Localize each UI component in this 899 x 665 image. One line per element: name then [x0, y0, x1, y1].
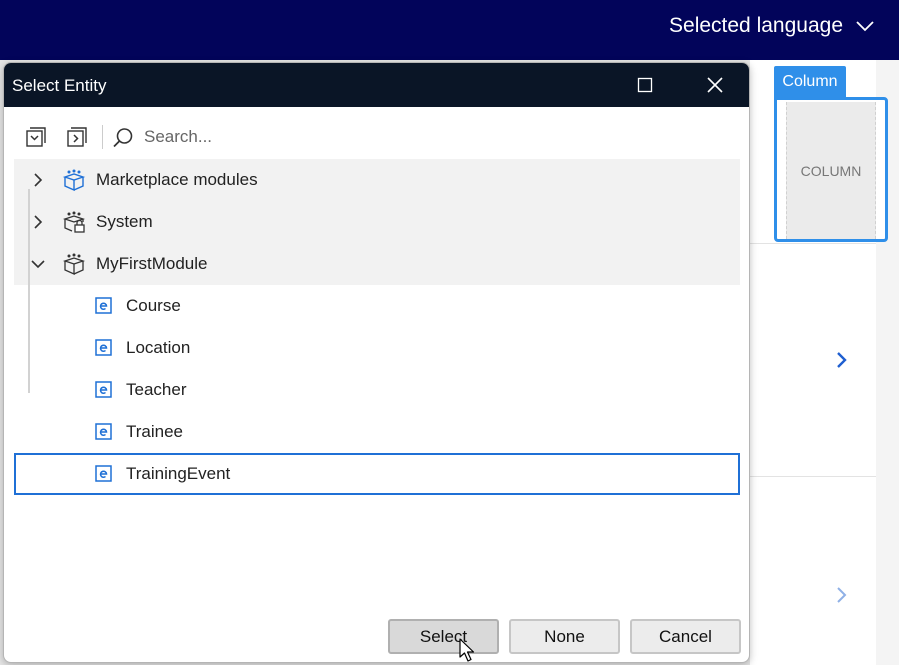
select-entity-dialog: Select Entity Search... Marketplace modu…	[3, 62, 750, 663]
tree-entity-course[interactable]: Course	[14, 285, 740, 327]
entity-tree: Marketplace modules System MyFirstModule…	[14, 159, 740, 495]
tree-entity-label: Teacher	[126, 380, 187, 399]
chevron-right-icon[interactable]	[30, 214, 46, 230]
tree-entity-label: Course	[126, 296, 181, 315]
entity-icon	[95, 297, 112, 314]
dialog-toolbar	[4, 119, 749, 155]
divider	[750, 476, 876, 477]
module-box-icon	[62, 253, 86, 275]
tree-guide-line	[28, 189, 30, 393]
maximize-button[interactable]	[622, 63, 668, 107]
entity-icon	[95, 465, 112, 482]
chevron-down-icon	[856, 21, 874, 32]
tree-entity-label: Trainee	[126, 422, 184, 441]
module-box-icon	[62, 169, 86, 191]
divider	[750, 243, 876, 244]
none-button[interactable]: None	[509, 619, 620, 654]
mouse-cursor-icon	[459, 638, 475, 662]
tree-module-label: MyFirstModule	[96, 254, 208, 273]
dialog-titlebar: Select Entity	[4, 63, 749, 107]
entity-icon	[95, 381, 112, 398]
maximize-icon	[637, 77, 653, 93]
expand-all-icon	[26, 127, 46, 147]
toolbar-divider	[102, 125, 103, 149]
chevron-down-icon[interactable]	[30, 256, 46, 272]
close-button[interactable]	[692, 63, 738, 107]
entity-icon	[95, 339, 112, 356]
close-icon	[707, 77, 723, 93]
select-button[interactable]: Select	[388, 619, 499, 654]
top-bar: Selected language	[0, 0, 899, 60]
expand-all-button[interactable]	[24, 125, 48, 149]
cancel-button[interactable]: Cancel	[630, 619, 741, 654]
column-widget[interactable]: COLUMN	[774, 97, 888, 242]
column-placeholder: COLUMN	[786, 102, 876, 239]
tree-entity-teacher[interactable]: Teacher	[14, 369, 740, 411]
tree-entity-location[interactable]: Location	[14, 327, 740, 369]
tree-entity-label: Location	[126, 338, 191, 357]
tree-module-marketplace-modules[interactable]: Marketplace modules	[14, 159, 740, 201]
column-tag[interactable]: Column	[774, 66, 846, 97]
language-label: Selected language	[669, 14, 843, 37]
tree-module-label: System	[96, 212, 153, 231]
search-icon	[113, 128, 133, 148]
entity-icon	[95, 423, 112, 440]
tree-module-label: Marketplace modules	[96, 170, 258, 189]
chevron-right-icon[interactable]	[834, 585, 848, 605]
tree-entity-trainingevent[interactable]: TrainingEvent	[14, 453, 740, 495]
tree-module-myfirstmodule[interactable]: MyFirstModule	[14, 243, 740, 285]
tree-module-system[interactable]: System	[14, 201, 740, 243]
tree-entity-label: TrainingEvent	[126, 464, 231, 483]
tree-entity-trainee[interactable]: Trainee	[14, 411, 740, 453]
dialog-title: Select Entity	[12, 76, 107, 95]
collapse-all-button[interactable]	[65, 125, 89, 149]
collapse-all-icon	[67, 127, 87, 147]
language-selector[interactable]: Selected language	[669, 14, 875, 38]
chevron-right-icon[interactable]	[834, 350, 848, 370]
search-input[interactable]	[144, 123, 724, 151]
system-module-lock-icon	[62, 211, 86, 233]
chevron-right-icon[interactable]	[30, 172, 46, 188]
